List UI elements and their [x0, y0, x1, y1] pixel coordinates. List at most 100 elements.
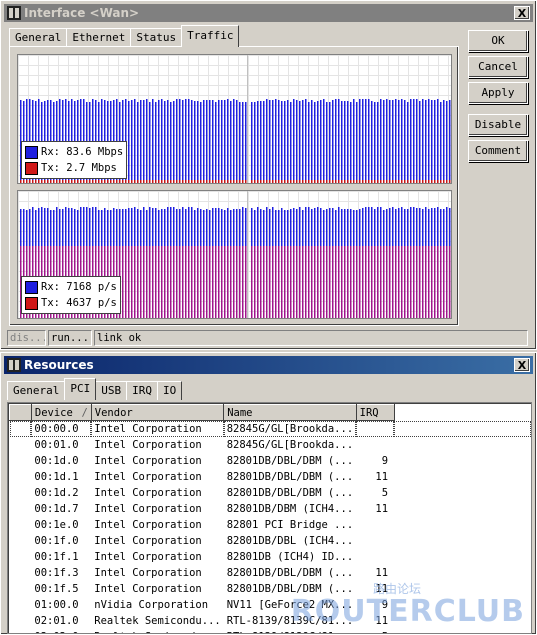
tab-pci[interactable]: PCI	[64, 378, 97, 400]
cell-irq: 11	[356, 500, 395, 517]
rx-bar	[152, 99, 154, 183]
tx-bar	[113, 180, 115, 183]
tab-general[interactable]: General	[9, 28, 68, 47]
rx-bar	[383, 100, 385, 183]
rx-bar	[197, 101, 199, 183]
tx-bar	[170, 180, 172, 183]
tx-bar	[305, 180, 307, 183]
rx-bar	[128, 101, 130, 183]
rx-bar	[326, 102, 328, 183]
tx-bar	[134, 180, 136, 183]
rx-bar	[398, 100, 400, 183]
table-row[interactable]: 00:1d.2 Intel Corporation 82801DB/DBL/DBM …	[9, 484, 531, 501]
tx-bar	[149, 180, 151, 183]
rx-bar	[374, 102, 376, 183]
tx-bar	[50, 180, 52, 183]
tx-bar	[434, 180, 436, 183]
ok-button[interactable]: OK	[468, 30, 528, 52]
apply-button[interactable]: Apply	[468, 82, 528, 104]
close-button[interactable]: X	[514, 6, 530, 20]
cancel-button[interactable]: Cancel	[468, 56, 528, 78]
interface-title: Interface <Wan>	[24, 6, 140, 20]
tx-bar	[155, 180, 157, 183]
cell-device: 00:1f.3	[31, 564, 92, 581]
tx-bar	[266, 246, 268, 318]
tx-bar	[440, 180, 442, 183]
tx-bar	[128, 246, 130, 318]
tx-bar	[407, 246, 409, 318]
table-row[interactable]: 00:1d.0 Intel Corporation 82801DB/DBL/DBM …	[9, 452, 531, 469]
tx-bar	[302, 180, 304, 183]
header-name[interactable]: Name	[223, 404, 357, 421]
rx-bar	[305, 99, 307, 183]
cell-device: 00:00.0	[31, 420, 92, 437]
tx-bar	[263, 246, 265, 318]
tab-usb[interactable]: USB	[95, 381, 128, 400]
header-device[interactable]: Device /	[30, 404, 92, 421]
tx-bar	[149, 246, 151, 318]
cell-filler	[394, 500, 531, 517]
tx-bar	[275, 246, 277, 318]
table-row[interactable]: 00:1f.1 Intel Corporation 82801DB (ICH4) I…	[9, 548, 531, 565]
cell-irq	[356, 516, 395, 533]
table-row[interactable]: 00:00.0 Intel Corporation 82845G/GL[Brookd…	[9, 420, 531, 437]
tx-bar	[239, 180, 241, 183]
table-row[interactable]: 00:1d.1 Intel Corporation 82801DB/DBL/DBM …	[9, 468, 531, 485]
rx-bar	[188, 99, 190, 183]
rx-bar	[239, 102, 241, 183]
winbox-icon	[7, 358, 21, 372]
header-irq[interactable]: IRQ	[355, 404, 395, 421]
tx-bar	[20, 180, 22, 183]
tx-bar	[131, 246, 133, 318]
table-row[interactable]: 00:01.0 Intel Corporation 82845G/GL[Brookd…	[9, 436, 531, 453]
tx-bar	[401, 180, 403, 183]
cell-vendor: Intel Corporation	[91, 548, 224, 565]
cell-device: 00:01.0	[31, 436, 92, 453]
tx-bar	[137, 180, 139, 183]
tab-ethernet[interactable]: Ethernet	[66, 28, 132, 47]
tx-bar	[212, 180, 214, 183]
tx-bar	[404, 246, 406, 318]
rx-swatch	[25, 280, 38, 294]
tx-bar	[368, 180, 370, 183]
tx-bar	[335, 246, 337, 318]
tx-bar	[314, 246, 316, 318]
tx-bar	[374, 180, 376, 183]
tab-irq[interactable]: IRQ	[126, 381, 158, 400]
cell-device: 02:01.0	[31, 612, 92, 629]
interface-titlebar[interactable]: Interface <Wan> X	[4, 4, 533, 22]
rx-bar	[167, 100, 169, 183]
tx-bar	[41, 180, 43, 183]
table-row[interactable]: 00:1e.0 Intel Corporation 82801 PCI Bridge…	[9, 516, 531, 533]
close-button[interactable]: X	[514, 358, 530, 372]
tx-bar	[197, 180, 199, 183]
table-row[interactable]: 02:02.0Realtek Semicondu...RTL-8139/8139…	[9, 628, 531, 633]
tx-bar	[305, 246, 307, 318]
cell-irq	[356, 548, 395, 565]
table-row[interactable]: 00:1f.3 Intel Corporation 82801DB/DBL/DBM …	[9, 564, 531, 581]
tx-bar	[308, 180, 310, 183]
rx-bar	[215, 102, 217, 183]
tab-traffic[interactable]: Traffic	[181, 25, 240, 47]
rx-bar	[446, 101, 448, 183]
tx-bar	[254, 180, 256, 183]
tab-status[interactable]: Status	[130, 28, 183, 47]
rx-bar	[260, 101, 262, 183]
rx-bar	[173, 101, 175, 183]
comment-button[interactable]: Comment	[468, 140, 528, 162]
tx-bar	[251, 180, 253, 183]
tx-bar	[389, 180, 391, 183]
tab-io[interactable]: IO	[156, 381, 183, 400]
tx-bar	[137, 246, 139, 318]
traffic-panel: Rx: 83.6 Mbps Tx: 2.7 Mbps Rx: 7168 p/s …	[9, 46, 459, 326]
table-row[interactable]: 00:1d.7 Intel Corporation 82801DB/DBM (ICH…	[9, 500, 531, 517]
resources-titlebar[interactable]: Resources X	[4, 356, 533, 374]
table-row[interactable]: 00:1f.0 Intel Corporation 82801DB/DBL (ICH…	[9, 532, 531, 549]
tx-bar	[122, 246, 124, 318]
disable-button[interactable]: Disable	[468, 114, 528, 136]
tx-bar	[95, 180, 97, 183]
tab-general[interactable]: General	[7, 381, 66, 400]
resources-tabs: General PCI USB IRQ IO	[7, 378, 183, 400]
header-vendor[interactable]: Vendor	[90, 404, 225, 421]
tx-bar	[206, 246, 208, 318]
